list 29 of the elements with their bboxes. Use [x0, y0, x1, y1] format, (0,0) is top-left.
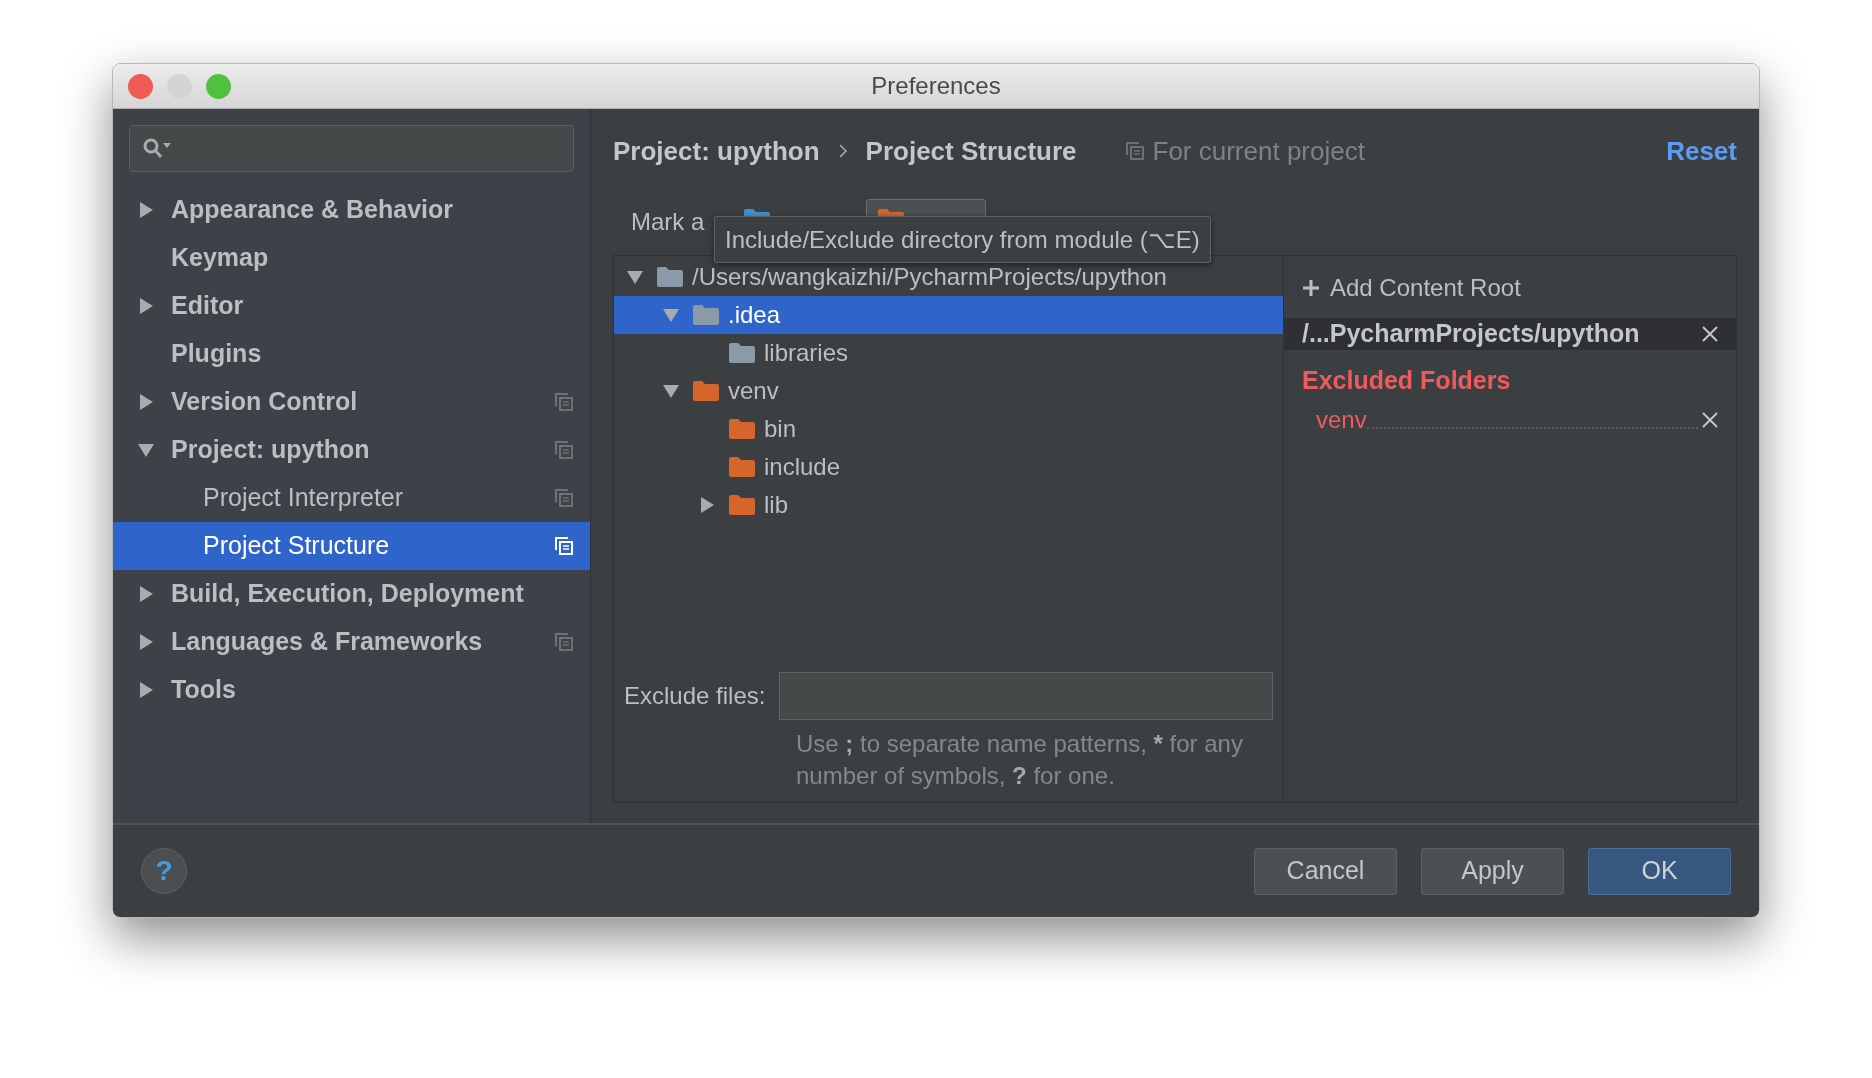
scope-label: For current project — [1152, 134, 1365, 168]
sidebar-label: Version Control — [171, 386, 358, 418]
sidebar-label: Languages & Frameworks — [171, 626, 483, 658]
breadcrumb-item: Project: upython — [613, 134, 820, 168]
breadcrumb-item: Project Structure — [865, 134, 1077, 168]
sidebar-label: Project Interpreter — [203, 482, 404, 514]
tooltip: Include/Exclude directory from module (⌥E) — [714, 216, 1211, 263]
tree-label: lib — [764, 490, 788, 520]
window-title: Preferences — [871, 71, 1001, 101]
sidebar-label: Project Structure — [203, 530, 390, 562]
sidebar-label: Appearance & Behavior — [171, 194, 454, 226]
tree-label: bin — [764, 414, 797, 444]
exclude-files-label: Exclude files: — [624, 681, 766, 711]
exclude-files-hint: Use ; to separate name patterns, * for any number of symbols, ? for one. — [796, 729, 1244, 791]
excluded-folder: venv — [1316, 405, 1367, 434]
sidebar-label: Plugins — [171, 338, 262, 370]
tree-label: venv — [728, 376, 779, 406]
excluded-folders-heading: Excluded Folders — [1301, 365, 1512, 396]
tree-label: libraries — [764, 338, 849, 368]
sidebar-label: Editor — [171, 290, 244, 322]
content-root-path: /...PycharmProjects/upython — [1302, 318, 1640, 350]
sidebar-label: Build, Execution, Deployment — [171, 578, 524, 610]
mark-as-label: Mark a — [631, 207, 705, 237]
tree-label: include — [764, 452, 841, 482]
sidebar-label: Project: upython — [171, 434, 370, 466]
sidebar-label: Keymap — [171, 242, 269, 274]
sidebar-label: Tools — [171, 674, 236, 706]
tree-label: /Users/wangkaizhi/PycharmProjects/upython — [692, 262, 1167, 292]
tree-label: .idea — [728, 300, 781, 330]
